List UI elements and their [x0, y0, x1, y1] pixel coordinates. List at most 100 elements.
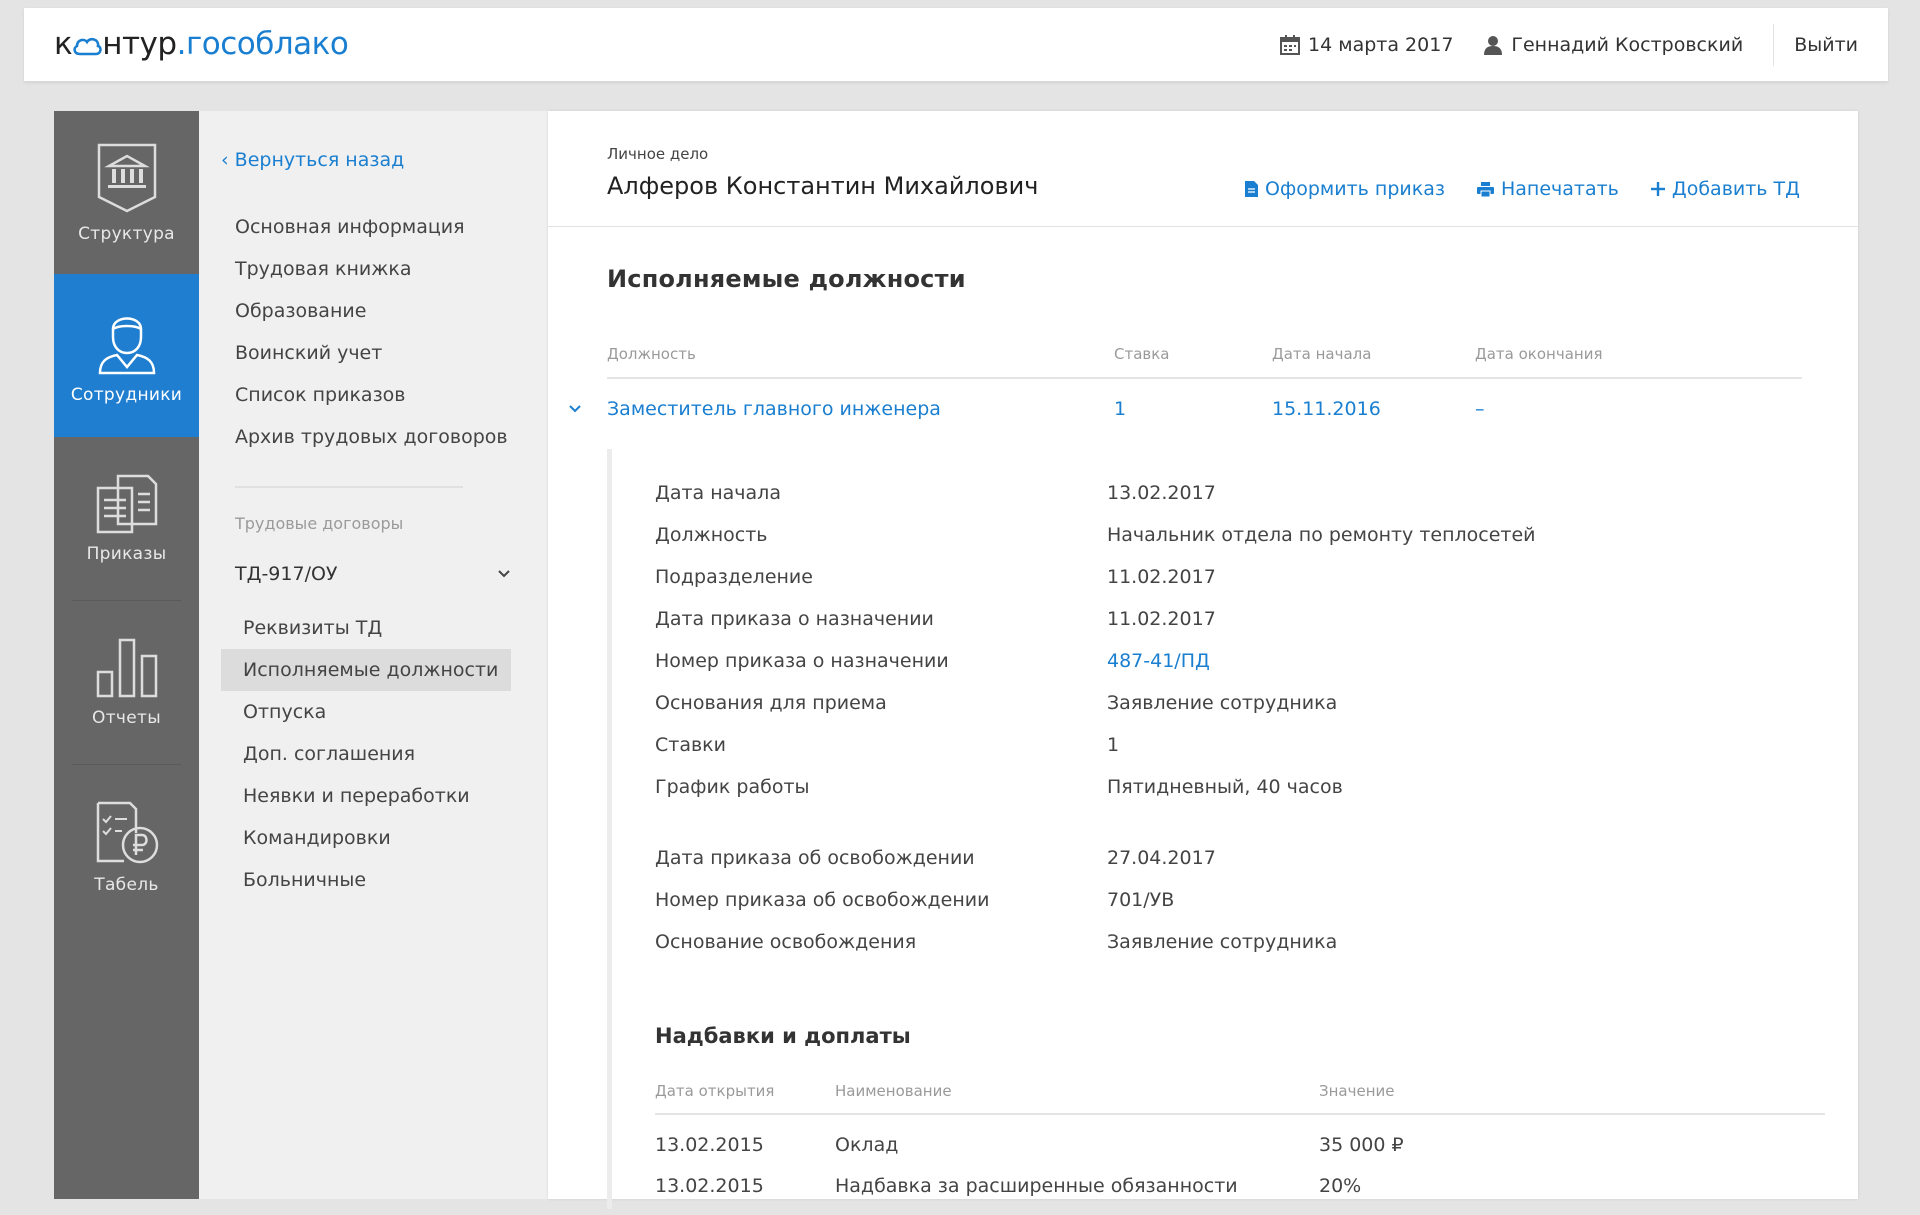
print-label: Напечатать	[1500, 178, 1619, 200]
detail-key: Основание освобождения	[655, 931, 917, 953]
contract-select[interactable]: ТД-917/ОУ	[235, 563, 511, 593]
allowances-table-header: Дата открытия Наименование Значение	[655, 1072, 1825, 1115]
detail-value: 13.02.2017	[1107, 482, 1216, 504]
nav-positions[interactable]: Исполняемые должности	[221, 649, 511, 691]
position-details: Дата начала 13.02.2017 Должность Начальник…	[607, 449, 1825, 1209]
detail-key: Номер приказа об освобождении	[655, 889, 990, 911]
logout-button[interactable]: Выйти	[1794, 34, 1858, 56]
nav-education[interactable]: Образование	[213, 290, 511, 332]
logo-text-ntur: нтур	[102, 26, 177, 62]
nav-sick-leave[interactable]: Больничные	[221, 859, 511, 901]
date-text: 14 марта 2017	[1308, 34, 1454, 56]
section-title: Исполняемые должности	[607, 265, 966, 293]
row-start: 15.11.2016	[1272, 398, 1381, 420]
nav-employees[interactable]: Сотрудники	[54, 274, 199, 437]
current-user[interactable]: Геннадий Костровский	[1483, 34, 1743, 56]
main-nav: Структура Сотрудники Приказы Отчеты Табе…	[54, 111, 199, 1199]
contract-select-value: ТД-917/ОУ	[235, 563, 338, 585]
allowance-value: 35 000 ₽	[1319, 1134, 1404, 1156]
positions-table-header: Должность Ставка Дата начала Дата оконча…	[607, 333, 1802, 379]
nav-orders[interactable]: Приказы	[54, 437, 199, 600]
detail-value: Начальник отдела по ремонту теплосетей	[1107, 524, 1536, 546]
back-link-label: Вернуться назад	[234, 149, 405, 171]
detail-value: Пятидневный, 40 часов	[1107, 776, 1343, 798]
detail-key: Дата начала	[655, 482, 781, 504]
print-button[interactable]: Напечатать	[1476, 178, 1619, 200]
document-icon	[1245, 181, 1259, 197]
chevron-down-icon	[498, 570, 510, 578]
contracts-section-title: Трудовые договоры	[235, 514, 404, 533]
col-position: Должность	[607, 345, 696, 363]
detail-key: Дата приказа о назначении	[655, 608, 934, 630]
detail-value: Заявление сотрудника	[1107, 931, 1338, 953]
create-order-label: Оформить приказ	[1265, 178, 1445, 200]
nav-orders-list[interactable]: Список приказов	[213, 374, 511, 416]
col-value: Значение	[1319, 1082, 1395, 1100]
page-title: Алферов Константин Михайлович	[607, 172, 1039, 200]
allowance-value: 20%	[1319, 1175, 1362, 1197]
profile-nav-list: Основная информация Трудовая книжка Обра…	[213, 206, 511, 458]
nav-timesheet[interactable]: Табель	[54, 765, 199, 928]
add-contract-button[interactable]: Добавить ТД	[1650, 178, 1800, 200]
top-bar: к нтур.гособлако 14 марта 2017 Геннадий К…	[24, 8, 1888, 82]
detail-key: Ставки	[655, 734, 726, 756]
logo[interactable]: к нтур.гособлако	[54, 26, 349, 62]
col-start: Дата начала	[1272, 345, 1372, 363]
table-row: 13.02.2015 Оклад 35 000 ₽	[655, 1134, 1825, 1174]
create-order-button[interactable]: Оформить приказ	[1245, 178, 1445, 200]
detail-key: Дата приказа об освобождении	[655, 847, 975, 869]
order-number-link[interactable]: 487-41/ПД	[1107, 650, 1210, 672]
nav-employees-label: Сотрудники	[70, 384, 183, 405]
nav-trips[interactable]: Командировки	[221, 817, 511, 859]
nav-work-book[interactable]: Трудовая книжка	[213, 248, 511, 290]
nav-agreements[interactable]: Доп. соглашения	[221, 733, 511, 775]
user-name: Геннадий Костровский	[1511, 34, 1744, 56]
detail-value: 11.02.2017	[1107, 608, 1216, 630]
nav-timesheet-label: Табель	[94, 874, 159, 895]
page-actions: Оформить приказ Напечатать Добавить ТД	[1213, 178, 1800, 200]
table-row[interactable]: Заместитель главного инженера 1 15.11.20…	[568, 386, 1802, 430]
building-icon	[97, 143, 156, 212]
nav-structure-label: Структура	[78, 223, 175, 244]
allowance-name: Надбавка за расширенные обязанности	[835, 1175, 1238, 1197]
row-end: –	[1475, 398, 1485, 420]
contract-nav-list: Реквизиты ТД Исполняемые должности Отпус…	[221, 607, 511, 901]
section-nav: ‹ Вернуться назад Основная информация Тр…	[199, 111, 548, 1199]
page-subtitle: Личное дело	[607, 145, 709, 163]
logo-text-dot: .	[176, 26, 187, 62]
nav-basic-info[interactable]: Основная информация	[213, 206, 511, 248]
back-link[interactable]: ‹ Вернуться назад	[221, 149, 404, 171]
nav-contracts-archive[interactable]: Архив трудовых договоров	[213, 416, 511, 458]
detail-value: 27.04.2017	[1107, 847, 1216, 869]
main-content: Личное дело Алферов Константин Михайлови…	[548, 111, 1858, 1209]
nav-structure[interactable]: Структура	[54, 111, 199, 274]
col-name: Наименование	[835, 1082, 952, 1100]
detail-value: 701/УВ	[1107, 889, 1175, 911]
col-end: Дата окончания	[1475, 345, 1603, 363]
nav-vacations[interactable]: Отпуска	[221, 691, 511, 733]
nav-absences[interactable]: Неявки и переработки	[221, 775, 511, 817]
nav-reports[interactable]: Отчеты	[54, 601, 199, 764]
chevron-down-icon[interactable]	[568, 402, 582, 416]
col-rate: Ставка	[1114, 345, 1170, 363]
nav-military[interactable]: Воинский учет	[213, 332, 511, 374]
cloud-icon	[73, 37, 102, 56]
add-contract-label: Добавить ТД	[1671, 178, 1800, 200]
logo-text-k: к	[54, 26, 73, 62]
bar-chart-icon	[96, 638, 157, 697]
nav-reports-label: Отчеты	[92, 707, 161, 728]
documents-icon	[96, 474, 157, 533]
col-open-date: Дата открытия	[655, 1082, 775, 1100]
detail-value: 1	[1107, 734, 1120, 756]
plus-icon	[1650, 182, 1665, 196]
allowances-title: Надбавки и доплаты	[655, 1024, 911, 1048]
top-divider	[1773, 24, 1775, 66]
nav-contract-details[interactable]: Реквизиты ТД	[221, 607, 511, 649]
employee-icon	[98, 316, 155, 374]
page-header: Личное дело Алферов Константин Михайлови…	[548, 111, 1858, 227]
detail-value: 11.02.2017	[1107, 566, 1216, 588]
current-date: 14 марта 2017	[1280, 34, 1453, 56]
detail-value: Заявление сотрудника	[1107, 692, 1338, 714]
detail-key: Номер приказа о назначении	[655, 650, 949, 672]
row-position[interactable]: Заместитель главного инженера	[607, 398, 941, 420]
